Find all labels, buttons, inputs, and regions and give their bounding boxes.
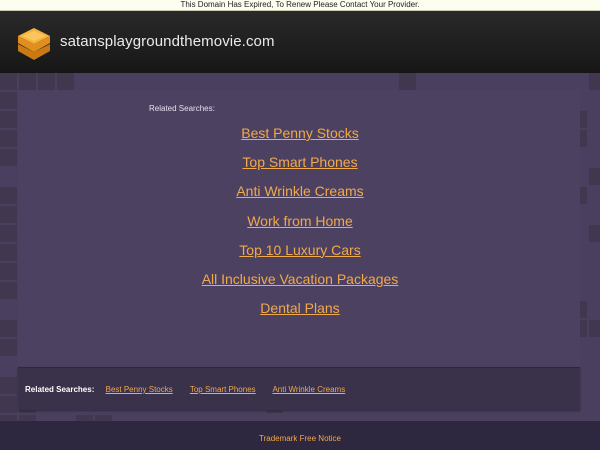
bottom-related-link[interactable]: Top Smart Phones xyxy=(190,385,256,394)
related-link[interactable]: Top Smart Phones xyxy=(0,154,600,183)
footer: Trademark Free Notice xyxy=(0,421,600,450)
bottom-related-link[interactable]: Best Penny Stocks xyxy=(106,385,173,394)
notice-text: This Domain Has Expired, To Renew Please… xyxy=(180,0,420,9)
domain-title: satansplaygroundthemovie.com xyxy=(60,33,275,50)
related-searches-heading: Related Searches: xyxy=(149,104,215,113)
bottom-related-bar: Related Searches: Best Penny Stocks Top … xyxy=(18,367,580,410)
trademark-notice-link[interactable]: Trademark Free Notice xyxy=(0,434,600,443)
expired-domain-notice: This Domain Has Expired, To Renew Please… xyxy=(0,0,600,11)
related-link[interactable]: Anti Wrinkle Creams xyxy=(0,183,600,212)
bottom-related-label: Related Searches: xyxy=(25,385,95,394)
related-link[interactable]: Best Penny Stocks xyxy=(0,125,600,154)
related-link[interactable]: Dental Plans xyxy=(0,300,600,329)
related-link[interactable]: All Inclusive Vacation Packages xyxy=(0,271,600,300)
related-link[interactable]: Work from Home xyxy=(0,213,600,242)
bottom-related-link[interactable]: Anti Wrinkle Creams xyxy=(272,385,345,394)
header-bar: satansplaygroundthemovie.com xyxy=(0,11,600,73)
related-links-list: Best Penny Stocks Top Smart Phones Anti … xyxy=(0,125,600,329)
orange-stacked-layers-icon xyxy=(18,28,50,60)
related-link[interactable]: Top 10 Luxury Cars xyxy=(0,242,600,271)
